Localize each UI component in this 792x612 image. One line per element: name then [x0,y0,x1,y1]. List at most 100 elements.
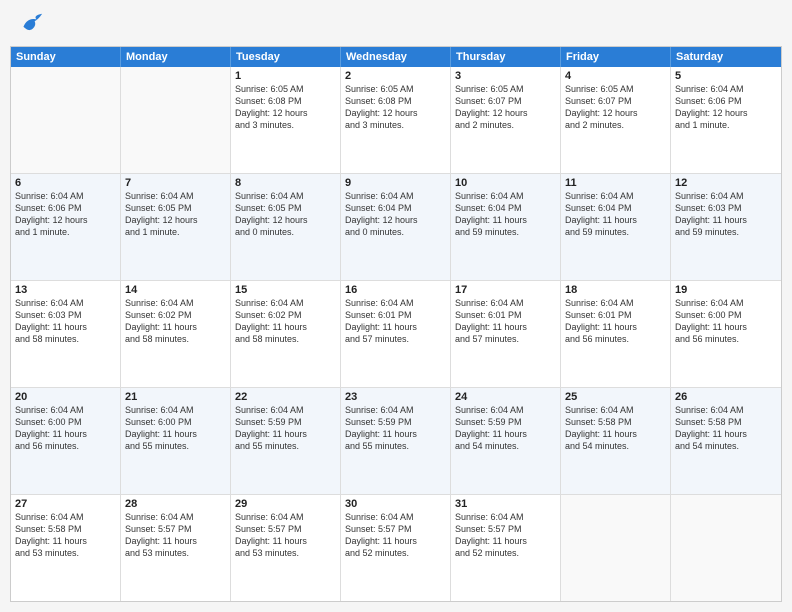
cell-line: Sunset: 6:00 PM [125,416,226,428]
cell-line: Daylight: 11 hours [125,321,226,333]
cell-line: Sunset: 6:01 PM [345,309,446,321]
calendar-cell-2: 2Sunrise: 6:05 AMSunset: 6:08 PMDaylight… [341,67,451,173]
cell-line: Sunrise: 6:05 AM [455,83,556,95]
cell-line: Daylight: 11 hours [455,428,556,440]
cell-line: Sunrise: 6:04 AM [455,297,556,309]
day-number: 7 [125,177,226,189]
cell-line: Sunset: 6:01 PM [455,309,556,321]
calendar-cell-21: 21Sunrise: 6:04 AMSunset: 6:00 PMDayligh… [121,388,231,494]
day-number: 3 [455,70,556,82]
calendar-cell-18: 18Sunrise: 6:04 AMSunset: 6:01 PMDayligh… [561,281,671,387]
cell-line: and 1 minute. [125,226,226,238]
cell-line: Sunrise: 6:04 AM [15,404,116,416]
cell-line: Sunset: 5:58 PM [15,523,116,535]
cell-line: Sunrise: 6:04 AM [675,404,777,416]
cell-line: Daylight: 11 hours [565,214,666,226]
cell-line: Sunset: 6:03 PM [15,309,116,321]
calendar-cell-7: 7Sunrise: 6:04 AMSunset: 6:05 PMDaylight… [121,174,231,280]
cell-line: Sunrise: 6:04 AM [455,511,556,523]
cell-line: Daylight: 11 hours [15,321,116,333]
cell-line: Daylight: 12 hours [235,107,336,119]
cell-line: Sunrise: 6:04 AM [15,511,116,523]
day-number: 22 [235,391,336,403]
calendar-cell-9: 9Sunrise: 6:04 AMSunset: 6:04 PMDaylight… [341,174,451,280]
day-number: 12 [675,177,777,189]
cell-line: Sunrise: 6:04 AM [345,404,446,416]
cell-line: Sunrise: 6:05 AM [235,83,336,95]
calendar-cell-17: 17Sunrise: 6:04 AMSunset: 6:01 PMDayligh… [451,281,561,387]
calendar-cell-29: 29Sunrise: 6:04 AMSunset: 5:57 PMDayligh… [231,495,341,601]
cell-line: and 55 minutes. [125,440,226,452]
day-number: 16 [345,284,446,296]
cell-line: and 0 minutes. [235,226,336,238]
cell-line: and 57 minutes. [345,333,446,345]
cell-line: Sunset: 5:59 PM [235,416,336,428]
cell-line: and 52 minutes. [455,547,556,559]
calendar-cell-26: 26Sunrise: 6:04 AMSunset: 5:58 PMDayligh… [671,388,781,494]
cell-line: Daylight: 11 hours [565,321,666,333]
cell-line: Daylight: 11 hours [455,535,556,547]
cell-line: Sunset: 5:59 PM [455,416,556,428]
calendar-header: SundayMondayTuesdayWednesdayThursdayFrid… [11,47,781,67]
cell-line: Sunset: 5:58 PM [675,416,777,428]
cell-line: Sunrise: 6:04 AM [565,190,666,202]
calendar-cell-empty-4-5 [561,495,671,601]
day-number: 14 [125,284,226,296]
cell-line: Sunset: 6:06 PM [675,95,777,107]
cell-line: and 59 minutes. [675,226,777,238]
cell-line: Sunrise: 6:04 AM [125,511,226,523]
day-number: 18 [565,284,666,296]
day-number: 26 [675,391,777,403]
cell-line: and 59 minutes. [455,226,556,238]
cell-line: and 53 minutes. [235,547,336,559]
cell-line: Sunset: 6:08 PM [235,95,336,107]
day-number: 4 [565,70,666,82]
cell-line: Daylight: 12 hours [125,214,226,226]
cell-line: Sunrise: 6:04 AM [15,190,116,202]
cell-line: and 55 minutes. [345,440,446,452]
cell-line: Daylight: 12 hours [675,107,777,119]
calendar-cell-20: 20Sunrise: 6:04 AMSunset: 6:00 PMDayligh… [11,388,121,494]
cell-line: and 58 minutes. [15,333,116,345]
calendar-cell-3: 3Sunrise: 6:05 AMSunset: 6:07 PMDaylight… [451,67,561,173]
cell-line: Sunset: 6:02 PM [235,309,336,321]
day-number: 31 [455,498,556,510]
day-number: 23 [345,391,446,403]
day-number: 1 [235,70,336,82]
cell-line: Sunset: 6:07 PM [565,95,666,107]
calendar-cell-24: 24Sunrise: 6:04 AMSunset: 5:59 PMDayligh… [451,388,561,494]
cell-line: Sunset: 6:00 PM [15,416,116,428]
cell-line: Sunrise: 6:05 AM [345,83,446,95]
cell-line: and 54 minutes. [675,440,777,452]
cell-line: Daylight: 11 hours [675,428,777,440]
day-number: 5 [675,70,777,82]
calendar-cell-28: 28Sunrise: 6:04 AMSunset: 5:57 PMDayligh… [121,495,231,601]
cell-line: Sunrise: 6:04 AM [455,190,556,202]
cell-line: Sunset: 5:57 PM [235,523,336,535]
day-number: 30 [345,498,446,510]
day-number: 8 [235,177,336,189]
cell-line: Sunrise: 6:04 AM [455,404,556,416]
cell-line: and 56 minutes. [565,333,666,345]
cell-line: and 54 minutes. [455,440,556,452]
cell-line: Daylight: 11 hours [675,321,777,333]
cell-line: Daylight: 11 hours [565,428,666,440]
cell-line: Daylight: 12 hours [235,214,336,226]
cell-line: and 59 minutes. [565,226,666,238]
calendar-cell-25: 25Sunrise: 6:04 AMSunset: 5:58 PMDayligh… [561,388,671,494]
cell-line: and 3 minutes. [235,119,336,131]
logo-bird-icon [16,10,44,38]
cell-line: and 57 minutes. [455,333,556,345]
calendar-row-1: 6Sunrise: 6:04 AMSunset: 6:06 PMDaylight… [11,174,781,281]
cell-line: Sunrise: 6:04 AM [565,297,666,309]
day-number: 17 [455,284,556,296]
cell-line: Sunrise: 6:04 AM [345,190,446,202]
day-number: 13 [15,284,116,296]
calendar-cell-10: 10Sunrise: 6:04 AMSunset: 6:04 PMDayligh… [451,174,561,280]
calendar-cell-15: 15Sunrise: 6:04 AMSunset: 6:02 PMDayligh… [231,281,341,387]
cell-line: Sunset: 6:05 PM [235,202,336,214]
cell-line: Sunset: 6:03 PM [675,202,777,214]
cell-line: Sunset: 6:04 PM [345,202,446,214]
cell-line: Sunrise: 6:04 AM [235,511,336,523]
calendar-cell-6: 6Sunrise: 6:04 AMSunset: 6:06 PMDaylight… [11,174,121,280]
